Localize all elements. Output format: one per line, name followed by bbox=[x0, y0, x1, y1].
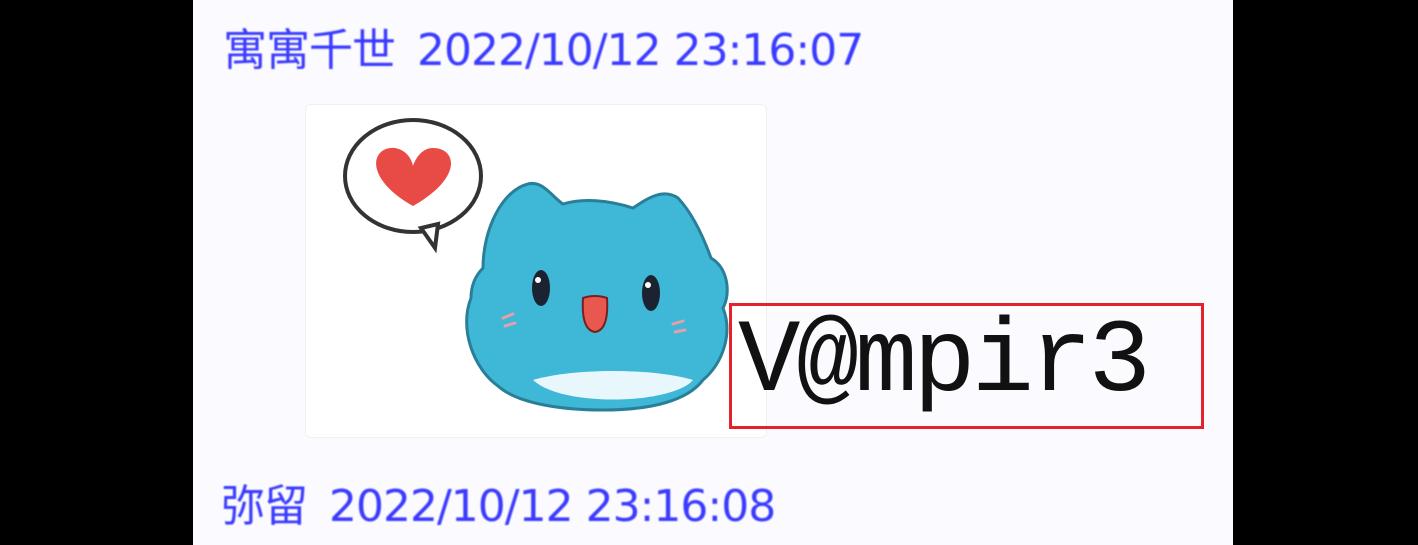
message-header: 寓寓千世 2022/10/12 23:16:07 bbox=[223, 14, 864, 78]
sender-name[interactable]: 寓寓千世 bbox=[223, 25, 396, 76]
heart-bubble-icon bbox=[343, 118, 483, 254]
chat-panel: 寓寓千世 2022/10/12 23:16:07 V@mpir3 弥留 2022… bbox=[193, 0, 1233, 545]
message-timestamp: 2022/10/12 23:16:07 bbox=[417, 25, 864, 76]
screenshot-frame: 寓寓千世 2022/10/12 23:16:07 V@mpir3 弥留 2022… bbox=[0, 0, 1418, 545]
blue-cat-heart-sticker-icon bbox=[343, 118, 729, 412]
cat-icon bbox=[465, 181, 729, 412]
message-header: 弥留 2022/10/12 23:16:08 bbox=[221, 470, 776, 534]
sender-name[interactable]: 弥留 bbox=[221, 481, 308, 532]
highlighted-text: V@mpir3 bbox=[738, 304, 1151, 422]
message-timestamp: 2022/10/12 23:16:08 bbox=[329, 481, 776, 532]
